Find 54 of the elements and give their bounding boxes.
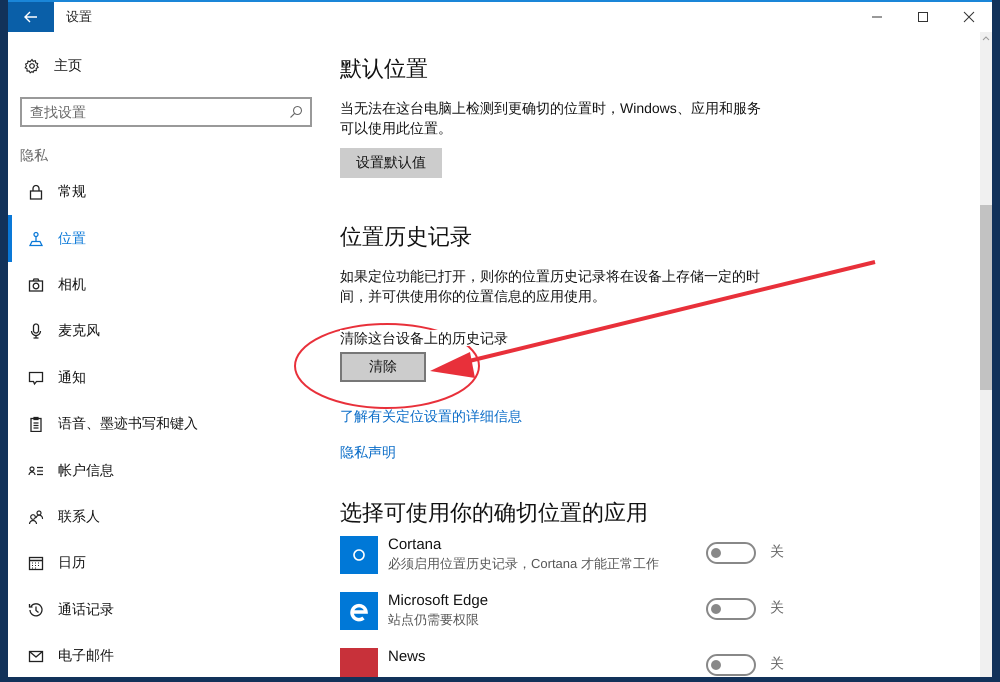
maximize-icon bbox=[917, 11, 929, 23]
description-text: 当无法在这台电脑上检测到更确切的位置时，Windows、应用和服务可以使用此位置。 bbox=[340, 99, 762, 138]
section-heading: 默认位置 bbox=[340, 55, 429, 83]
sidebar-item[interactable]: 电子邮件 bbox=[8, 632, 320, 677]
history-icon bbox=[28, 602, 44, 618]
section-label: 隐私 bbox=[20, 147, 49, 165]
window-title: 设置 bbox=[66, 8, 92, 26]
app-name: News bbox=[388, 648, 427, 665]
scrollbar[interactable] bbox=[980, 32, 992, 677]
back-button[interactable] bbox=[8, 2, 54, 32]
settings-icon bbox=[24, 58, 40, 74]
clear-button[interactable]: 清除 bbox=[340, 352, 426, 382]
sidebar-item[interactable]: 位置 bbox=[8, 215, 320, 262]
sidebar-item[interactable]: 通知 bbox=[8, 354, 320, 401]
app-description: 站点仍需要权限 bbox=[388, 611, 480, 629]
sidebar-item[interactable]: 常规 bbox=[8, 169, 320, 216]
home-nav-item[interactable]: 主页 bbox=[8, 54, 320, 78]
mail-icon bbox=[28, 648, 44, 664]
sidebar-item[interactable]: 麦克风 bbox=[8, 308, 320, 355]
description-text: 如果定位功能已打开，则你的位置历史记录将在设备上存储一定的时间，并可供使用你的位置信息的应用使用。 bbox=[340, 267, 761, 306]
toggle-switch[interactable] bbox=[706, 542, 756, 564]
toggle-state-label: 关 bbox=[770, 543, 784, 561]
app-name: Cortana bbox=[388, 536, 442, 553]
toggle-state-label: 关 bbox=[770, 655, 784, 673]
lock-icon bbox=[28, 184, 44, 200]
toggle-switch[interactable] bbox=[706, 598, 756, 620]
search-icon bbox=[289, 105, 303, 119]
sidebar-item[interactable]: 相机 bbox=[8, 262, 320, 308]
section-heading: 位置历史记录 bbox=[340, 223, 473, 251]
close-icon bbox=[963, 11, 975, 23]
sidebar-item[interactable]: 通话记录 bbox=[8, 586, 320, 633]
toggle-state-label: 关 bbox=[770, 599, 784, 617]
chat-bubble-icon bbox=[28, 370, 44, 386]
microphone-icon bbox=[28, 323, 44, 340]
section-heading: 选择可使用你的确切位置的应用 bbox=[340, 499, 649, 527]
link[interactable]: 了解有关定位设置的详细信息 bbox=[340, 408, 522, 426]
sidebar-item[interactable]: 联系人 bbox=[8, 494, 320, 540]
toggle-switch[interactable] bbox=[706, 654, 756, 676]
app-description: 必须启用位置历史记录，Cortana 才能正常工作 bbox=[388, 555, 660, 573]
people-icon bbox=[28, 508, 44, 525]
clipboard-icon bbox=[28, 416, 44, 432]
link[interactable]: 隐私声明 bbox=[340, 444, 396, 462]
sidebar-item[interactable]: 语音、墨迹书写和键入 bbox=[8, 400, 320, 448]
scroll-up-icon[interactable] bbox=[982, 35, 990, 41]
clear-label: 清除这台设备上的历史记录 bbox=[340, 330, 508, 346]
app-name: Microsoft Edge bbox=[388, 592, 490, 609]
search-field[interactable]: 查找设置 bbox=[20, 97, 312, 127]
location-icon bbox=[28, 230, 44, 247]
sidebar-item[interactable]: 日历 bbox=[8, 540, 320, 587]
sidebar-item[interactable]: 帐户信息 bbox=[8, 447, 320, 494]
back-arrow-icon bbox=[23, 9, 39, 25]
camera-icon bbox=[28, 276, 44, 293]
calendar-icon bbox=[28, 555, 44, 572]
set-default-button[interactable]: 设置默认值 bbox=[340, 148, 442, 178]
